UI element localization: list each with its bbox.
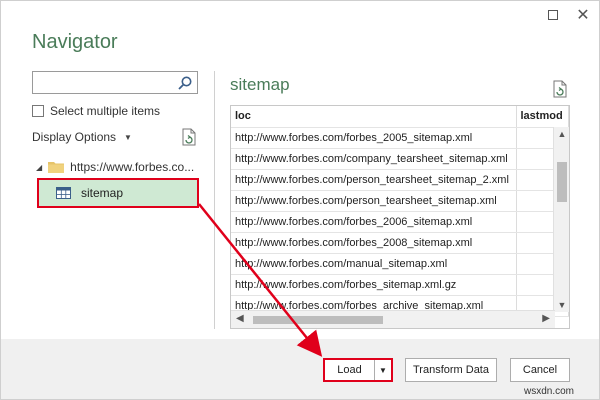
scroll-left-icon[interactable]: ◀ [236,313,244,324]
cancel-button[interactable]: Cancel [510,358,570,382]
watermark: wsxdn.com [524,386,575,397]
table-cell: http://www.forbes.com/manual_sitemap.xml [231,253,517,275]
load-dropdown-icon[interactable]: ▼ [375,366,391,375]
refresh-preview-icon[interactable] [552,80,568,98]
select-multiple-label: Select multiple items [50,104,161,118]
scroll-down-icon[interactable]: ▼ [554,300,569,310]
table-cell: http://www.forbes.com/forbes_2005_sitema… [231,127,517,149]
transform-data-button[interactable]: Transform Data [405,358,497,382]
table-header-row: loc lastmod [231,106,569,128]
table-row: http://www.forbes.com/forbes_2006_sitema… [231,211,569,233]
vertical-scrollbar[interactable]: ▲ ▼ [553,127,569,312]
folder-icon [48,162,65,173]
close-icon[interactable]: ✕ [571,5,595,25]
maximize-icon[interactable] [541,5,565,25]
table-cell: http://www.forbes.com/person_tearsheet_s… [231,169,517,191]
table-row: http://www.forbes.com/forbes_2005_sitema… [231,127,569,149]
table-cell: http://www.forbes.com/company_tearsheet_… [231,148,517,170]
pane-divider[interactable] [214,71,215,329]
annotation-highlight-sitemap [37,178,199,208]
tree-folder-label: https://www.forbes.co... [70,160,195,174]
preview-title: sitemap [230,75,290,94]
preview-table: loc lastmod http://www.forbes.com/forbes… [230,105,570,329]
load-button[interactable]: Load ▼ [323,358,393,382]
table-row: http://www.forbes.com/manual_sitemap.xml [231,253,569,275]
select-multiple-checkbox[interactable] [32,105,44,117]
column-header-lastmod[interactable]: lastmod [516,106,569,128]
tree-folder[interactable]: ◢ https://www.forbes.co... [32,157,204,177]
table-cell: http://www.forbes.com/person_tearsheet_s… [231,190,517,212]
scroll-right-icon[interactable]: ▶ [542,313,550,324]
search-input[interactable] [32,71,198,94]
dialog-title: Navigator [32,31,118,53]
horizontal-scrollbar[interactable]: ◀ ▶ [231,310,555,328]
table-cell: http://www.forbes.com/forbes_2006_sitema… [231,211,517,233]
table-cell: http://www.forbes.com/forbes_sitemap.xml… [231,274,517,296]
refresh-icon[interactable] [181,128,197,146]
scroll-up-icon[interactable]: ▲ [554,129,569,139]
search-icon [178,76,192,90]
column-header-loc[interactable]: loc [231,106,517,128]
table-row: http://www.forbes.com/person_tearsheet_s… [231,169,569,191]
collapse-triangle-icon[interactable]: ◢ [36,163,42,172]
table-row: http://www.forbes.com/person_tearsheet_s… [231,190,569,212]
chevron-down-icon: ▼ [124,132,132,142]
navigator-dialog: Navigator ✕ Select multiple items Displa… [0,0,600,400]
horizontal-scroll-thumb[interactable] [253,316,383,324]
table-cell: http://www.forbes.com/forbes_2008_sitema… [231,232,517,254]
load-button-label[interactable]: Load [325,360,375,380]
display-options-dropdown[interactable]: Display Options ▼ [32,130,132,144]
table-row: http://www.forbes.com/forbes_sitemap.xml… [231,274,569,296]
table-row: http://www.forbes.com/forbes_2008_sitema… [231,232,569,254]
display-options-label: Display Options [32,130,117,144]
select-multiple-row[interactable]: Select multiple items [32,104,160,118]
table-row: http://www.forbes.com/company_tearsheet_… [231,148,569,170]
vertical-scroll-thumb[interactable] [557,162,567,202]
